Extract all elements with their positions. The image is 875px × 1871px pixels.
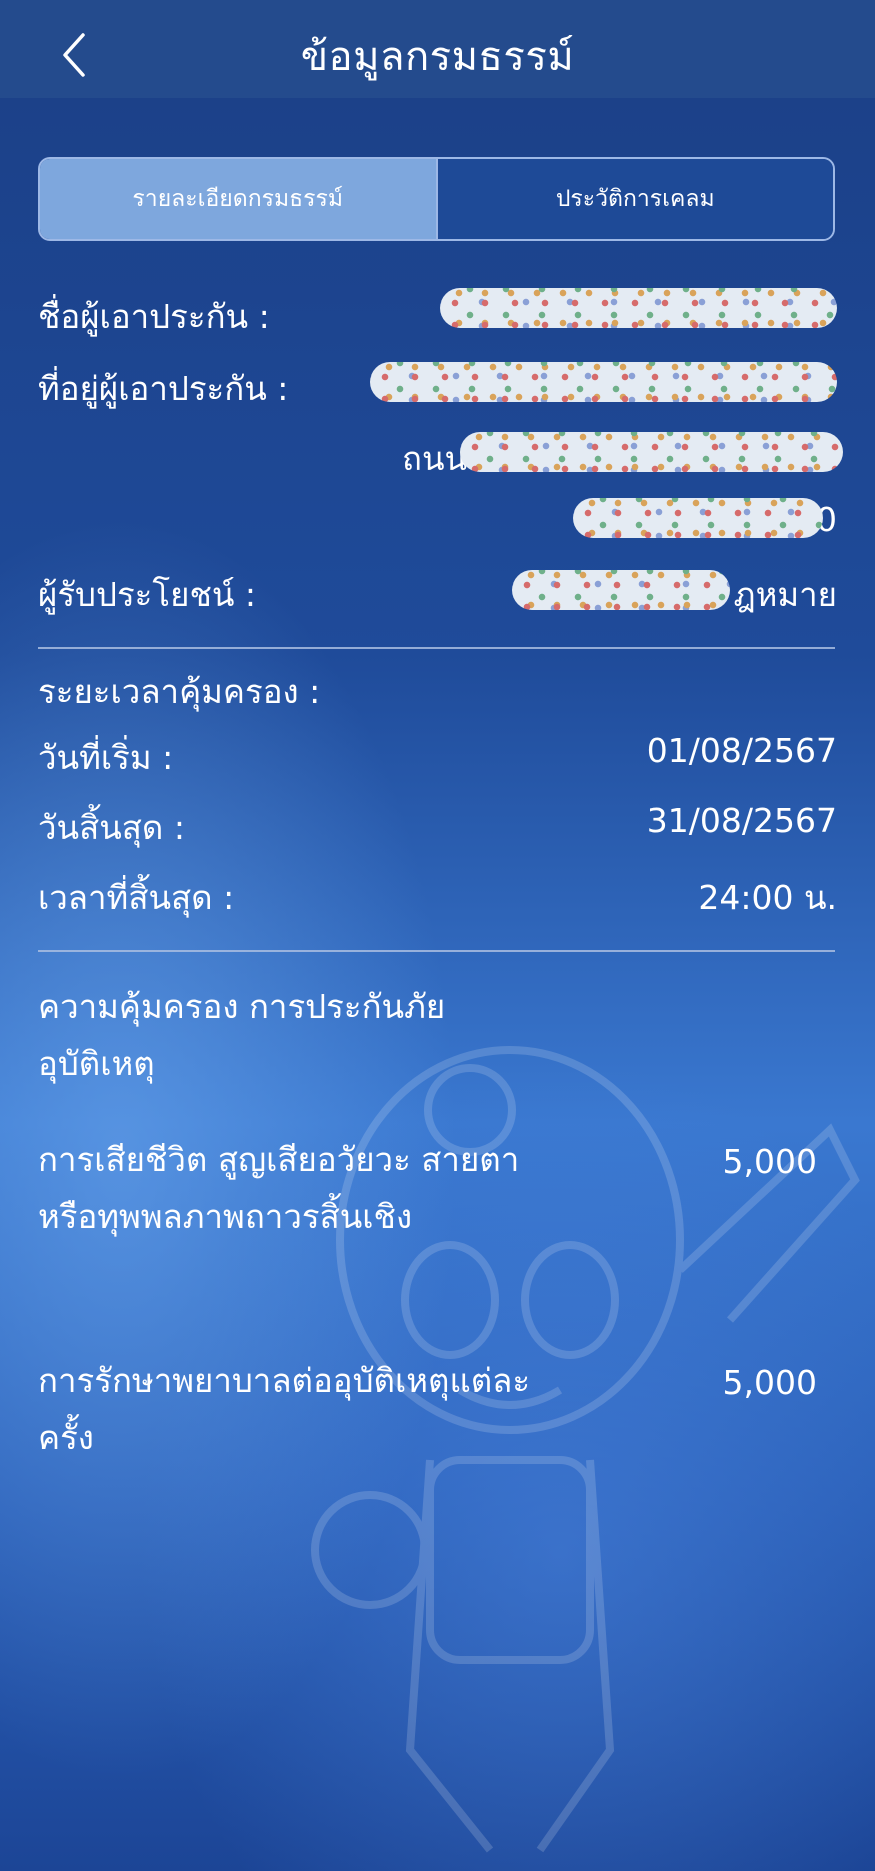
coverage-item-death-disability-label: การเสียชีวิต สูญเสียอวัยวะ สายตา หรือทุพ… <box>38 1140 520 1236</box>
beneficiary-label: ผู้รับประโยชน์ : <box>38 575 257 614</box>
address-line2-prefix: ถนน <box>402 439 468 478</box>
end-time-label: เวลาที่สิ้นสุด : <box>38 878 235 917</box>
insured-name-label: ชื่อผู้เอาประกัน : <box>38 297 270 336</box>
coverage-item-death-disability-value: 5,000 <box>722 1142 817 1181</box>
top-app-bar: ข้อมูลกรมธรรม์ <box>0 0 875 98</box>
page-title: ข้อมูลกรมธรรม์ <box>300 34 575 80</box>
end-date-label: วันสิ้นสุด : <box>38 808 185 847</box>
redacted-beneficiary <box>512 570 730 610</box>
end-date-value: 31/08/2567 <box>646 801 837 840</box>
insured-address-label: ที่อยู่ผู้เอาประกัน : <box>38 369 289 408</box>
redacted-insured-name <box>440 288 837 328</box>
start-date-value: 01/08/2567 <box>646 731 837 770</box>
start-date-label: วันที่เริ่ม : <box>38 738 174 777</box>
tab-policy-details[interactable]: รายละเอียดกรมธรรม์ <box>40 159 438 239</box>
beneficiary-suffix: ฎหมาย <box>733 575 837 614</box>
tab-bar: รายละเอียดกรมธรรม์ ประวัติการเคลม <box>38 157 835 241</box>
tab-claim-history[interactable]: ประวัติการเคลม <box>437 159 833 239</box>
coverage-item-medical-value: 5,000 <box>722 1363 817 1402</box>
redacted-address-line2 <box>460 432 843 472</box>
coverage-period-heading: ระยะเวลาคุ้มครอง : <box>38 672 321 711</box>
divider <box>38 950 835 952</box>
coverage-heading: ความคุ้มครอง การประกันภัยอุบัติเหตุ <box>38 987 446 1083</box>
end-time-value: 24:00 น. <box>698 878 837 917</box>
divider <box>38 647 835 649</box>
redacted-address-line1 <box>370 362 837 402</box>
coverage-item-medical-label: การรักษาพยาบาลต่ออุบัติเหตุแต่ละครั้ง <box>38 1361 531 1457</box>
redacted-address-line3 <box>573 498 823 538</box>
